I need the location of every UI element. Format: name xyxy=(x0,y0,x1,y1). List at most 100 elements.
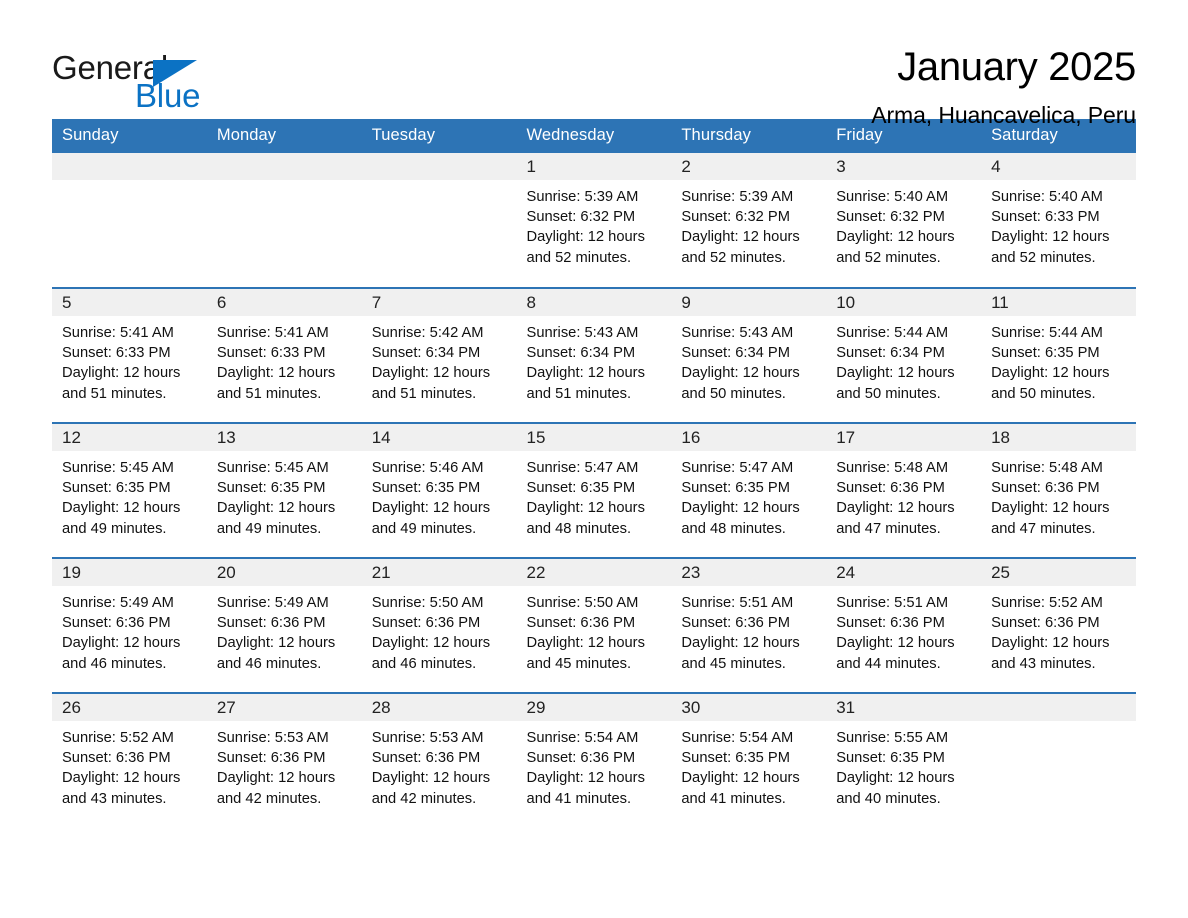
day-details: Sunrise: 5:43 AM Sunset: 6:34 PM Daylight:… xyxy=(671,316,826,404)
sunset-text: Sunset: 6:34 PM xyxy=(681,345,790,362)
day-details: Sunrise: 5:44 AM Sunset: 6:34 PM Daylight:… xyxy=(826,316,981,404)
daylight-text: Daylight: 12 hours and 52 minutes. xyxy=(681,229,800,266)
day-cell[interactable]: 14 Sunrise: 5:46 AM Sunset: 6:35 PM Dayligh… xyxy=(361,422,517,558)
day-cell[interactable]: 20 Sunrise: 5:49 AM Sunset: 6:36 PM Dayligh… xyxy=(206,557,362,693)
day-cell[interactable]: 15 Sunrise: 5:47 AM Sunset: 6:35 PM Dayligh… xyxy=(516,422,672,558)
day-number: 5 xyxy=(52,289,207,316)
sunrise-text: Sunrise: 5:42 AM xyxy=(371,325,484,341)
sunrise-text: Sunrise: 5:51 AM xyxy=(836,595,949,611)
day-cell[interactable]: 31 Sunrise: 5:55 AM Sunset: 6:35 PM Dayligh… xyxy=(826,692,982,828)
sunrise-text: Sunrise: 5:55 AM xyxy=(836,730,949,746)
calendar-body: 1 Sunrise: 5:39 AM Sunset: 6:32 PM Daylight… xyxy=(52,153,1136,828)
day-number xyxy=(361,153,517,180)
daylight-text: Daylight: 12 hours and 51 minutes. xyxy=(216,365,336,402)
general-blue-logo[interactable]: General Blue xyxy=(52,44,212,112)
daylight-text: Daylight: 12 hours and 50 minutes. xyxy=(836,365,955,402)
day-cell[interactable]: 28 Sunrise: 5:53 AM Sunset: 6:36 PM Dayligh… xyxy=(361,692,517,828)
daylight-text: Daylight: 12 hours and 46 minutes. xyxy=(216,635,336,672)
day-cell-inner: 3 Sunrise: 5:40 AM Sunset: 6:32 PM Daylight… xyxy=(826,153,982,287)
day-cell-empty xyxy=(361,153,517,288)
day-cell[interactable]: 21 Sunrise: 5:50 AM Sunset: 6:36 PM Dayligh… xyxy=(361,557,517,693)
day-cell[interactable]: 2 Sunrise: 5:39 AM Sunset: 6:32 PM Daylight… xyxy=(671,153,827,288)
day-number: 30 xyxy=(671,694,827,721)
day-number: 21 xyxy=(361,559,517,586)
day-cell-empty xyxy=(981,692,1136,828)
day-number: 23 xyxy=(671,559,827,586)
day-cell[interactable]: 9 Sunrise: 5:43 AM Sunset: 6:34 PM Daylight… xyxy=(671,287,827,423)
sunset-text: Sunset: 6:36 PM xyxy=(371,615,481,632)
day-details: Sunrise: 5:41 AM Sunset: 6:33 PM Daylight:… xyxy=(52,316,207,404)
daylight-text: Daylight: 12 hours and 45 minutes. xyxy=(681,635,800,672)
day-cell[interactable]: 8 Sunrise: 5:43 AM Sunset: 6:34 PM Daylight… xyxy=(516,287,672,423)
daylight-text: Daylight: 12 hours and 42 minutes. xyxy=(216,770,336,807)
day-cell-inner: 15 Sunrise: 5:47 AM Sunset: 6:35 PM Dayligh… xyxy=(516,424,672,557)
sunset-text: Sunset: 6:36 PM xyxy=(991,480,1100,497)
day-cell-empty xyxy=(52,153,207,288)
day-cell[interactable]: 26 Sunrise: 5:52 AM Sunset: 6:36 PM Dayligh… xyxy=(52,692,207,828)
day-cell-inner: 30 Sunrise: 5:54 AM Sunset: 6:35 PM Dayligh… xyxy=(671,694,827,828)
day-cell[interactable]: 30 Sunrise: 5:54 AM Sunset: 6:35 PM Dayligh… xyxy=(671,692,827,828)
sunset-text: Sunset: 6:34 PM xyxy=(836,345,945,362)
daylight-text: Daylight: 12 hours and 50 minutes. xyxy=(681,365,800,402)
sunset-text: Sunset: 6:36 PM xyxy=(681,615,790,632)
day-number: 12 xyxy=(52,424,207,451)
day-number: 26 xyxy=(52,694,207,721)
day-cell[interactable]: 5 Sunrise: 5:41 AM Sunset: 6:33 PM Daylight… xyxy=(52,287,207,423)
day-details: Sunrise: 5:54 AM Sunset: 6:35 PM Daylight:… xyxy=(671,721,826,809)
daylight-text: Daylight: 12 hours and 46 minutes. xyxy=(371,635,491,672)
day-cell[interactable]: 1 Sunrise: 5:39 AM Sunset: 6:32 PM Daylight… xyxy=(516,153,672,288)
sunrise-text: Sunrise: 5:40 AM xyxy=(991,189,1103,205)
sunset-text: Sunset: 6:36 PM xyxy=(526,615,636,632)
day-cell[interactable]: 11 Sunrise: 5:44 AM Sunset: 6:35 PM Dayligh… xyxy=(981,287,1136,423)
sunrise-text: Sunrise: 5:41 AM xyxy=(216,325,329,341)
daylight-text: Daylight: 12 hours and 46 minutes. xyxy=(62,635,181,672)
calendar-week-row: 12 Sunrise: 5:45 AM Sunset: 6:35 PM Dayligh… xyxy=(52,422,1136,558)
day-cell[interactable]: 19 Sunrise: 5:49 AM Sunset: 6:36 PM Dayligh… xyxy=(52,557,207,693)
sunset-text: Sunset: 6:36 PM xyxy=(836,615,945,632)
day-cell[interactable]: 17 Sunrise: 5:48 AM Sunset: 6:36 PM Dayligh… xyxy=(826,422,982,558)
day-cell-inner: 22 Sunrise: 5:50 AM Sunset: 6:36 PM Dayligh… xyxy=(516,559,672,692)
sunrise-text: Sunrise: 5:45 AM xyxy=(62,460,174,476)
sunset-text: Sunset: 6:33 PM xyxy=(216,345,326,362)
page-title: January 2025 xyxy=(897,45,1136,89)
sunrise-text: Sunrise: 5:50 AM xyxy=(526,595,639,611)
day-cell-inner: 4 Sunrise: 5:40 AM Sunset: 6:33 PM Daylight… xyxy=(981,153,1136,287)
day-number xyxy=(206,153,362,180)
daylight-text: Daylight: 12 hours and 50 minutes. xyxy=(991,365,1110,402)
sunset-text: Sunset: 6:32 PM xyxy=(681,209,790,226)
day-details: Sunrise: 5:49 AM Sunset: 6:36 PM Daylight:… xyxy=(52,586,207,674)
day-cell-inner: 19 Sunrise: 5:49 AM Sunset: 6:36 PM Dayligh… xyxy=(52,559,207,692)
day-cell[interactable]: 3 Sunrise: 5:40 AM Sunset: 6:32 PM Daylight… xyxy=(826,153,982,288)
day-number: 14 xyxy=(361,424,517,451)
daylight-text: Daylight: 12 hours and 44 minutes. xyxy=(836,635,955,672)
daylight-text: Daylight: 12 hours and 43 minutes. xyxy=(62,770,181,807)
day-details: Sunrise: 5:45 AM Sunset: 6:35 PM Daylight:… xyxy=(52,451,207,539)
day-cell[interactable]: 10 Sunrise: 5:44 AM Sunset: 6:34 PM Dayligh… xyxy=(826,287,982,423)
daylight-text: Daylight: 12 hours and 45 minutes. xyxy=(526,635,645,672)
day-cell[interactable]: 13 Sunrise: 5:45 AM Sunset: 6:35 PM Dayligh… xyxy=(206,422,362,558)
day-cell[interactable]: 22 Sunrise: 5:50 AM Sunset: 6:36 PM Dayligh… xyxy=(516,557,672,693)
day-cell[interactable]: 16 Sunrise: 5:47 AM Sunset: 6:35 PM Dayligh… xyxy=(671,422,827,558)
day-details: Sunrise: 5:51 AM Sunset: 6:36 PM Daylight:… xyxy=(826,586,981,674)
day-cell[interactable]: 27 Sunrise: 5:53 AM Sunset: 6:36 PM Dayligh… xyxy=(206,692,362,828)
sunrise-text: Sunrise: 5:54 AM xyxy=(526,730,639,746)
day-cell[interactable]: 25 Sunrise: 5:52 AM Sunset: 6:36 PM Dayligh… xyxy=(981,557,1136,693)
day-cell[interactable]: 18 Sunrise: 5:48 AM Sunset: 6:36 PM Dayligh… xyxy=(981,422,1136,558)
day-cell-inner: 9 Sunrise: 5:43 AM Sunset: 6:34 PM Daylight… xyxy=(671,289,827,422)
daylight-text: Daylight: 12 hours and 49 minutes. xyxy=(62,500,181,537)
day-details: Sunrise: 5:43 AM Sunset: 6:34 PM Daylight:… xyxy=(517,316,672,404)
daylight-text: Daylight: 12 hours and 52 minutes. xyxy=(526,229,645,266)
day-cell[interactable]: 4 Sunrise: 5:40 AM Sunset: 6:33 PM Daylight… xyxy=(981,153,1136,288)
day-details: Sunrise: 5:39 AM Sunset: 6:32 PM Daylight:… xyxy=(517,180,672,268)
day-cell[interactable]: 23 Sunrise: 5:51 AM Sunset: 6:36 PM Dayligh… xyxy=(671,557,827,693)
day-cell[interactable]: 24 Sunrise: 5:51 AM Sunset: 6:36 PM Dayligh… xyxy=(826,557,982,693)
day-cell[interactable]: 7 Sunrise: 5:42 AM Sunset: 6:34 PM Daylight… xyxy=(361,287,517,423)
day-cell[interactable]: 29 Sunrise: 5:54 AM Sunset: 6:36 PM Dayligh… xyxy=(516,692,672,828)
sunset-text: Sunset: 6:35 PM xyxy=(681,480,790,497)
day-cell[interactable]: 6 Sunrise: 5:41 AM Sunset: 6:33 PM Daylight… xyxy=(206,287,362,423)
day-cell[interactable]: 12 Sunrise: 5:45 AM Sunset: 6:35 PM Dayligh… xyxy=(52,422,207,558)
day-number: 8 xyxy=(516,289,672,316)
day-details: Sunrise: 5:47 AM Sunset: 6:35 PM Daylight:… xyxy=(517,451,672,539)
day-cell-inner: 28 Sunrise: 5:53 AM Sunset: 6:36 PM Dayligh… xyxy=(361,694,517,828)
day-number: 25 xyxy=(981,559,1136,586)
